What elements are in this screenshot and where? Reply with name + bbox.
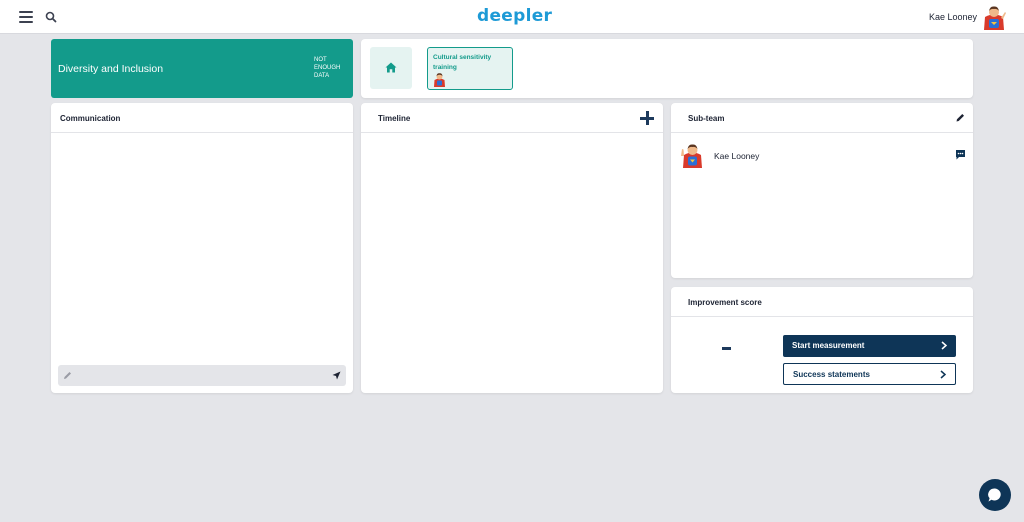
hamburger-icon[interactable] [19,11,33,23]
home-icon [385,62,397,73]
improvement-score-title: Improvement score [688,298,762,307]
avatar[interactable] [981,4,1007,31]
top-bar: deepler Kae Looney [0,0,1024,34]
chevron-right-icon [941,341,947,350]
member-name: Kae Looney [714,151,760,161]
communication-header: Communication [51,103,353,133]
success-statements-button[interactable]: Success statements [783,363,956,385]
team-title: Diversity and Inclusion [58,63,164,75]
improvement-score-header: Improvement score [671,287,973,317]
improvement-score-panel: Improvement score Start measurement Succ… [671,287,973,393]
plus-icon[interactable] [640,111,654,125]
home-button[interactable] [370,47,412,89]
subteam-title: Sub-team [688,114,725,123]
start-measurement-button[interactable]: Start measurement [783,335,956,357]
avatar [681,144,702,168]
chat-icon[interactable] [955,149,966,160]
breadcrumb: Cultural sensitivity training [361,39,973,98]
pencil-icon [64,372,71,379]
communication-panel: Communication [51,103,353,393]
avatar [434,73,445,87]
search-icon[interactable] [45,11,57,23]
message-input[interactable] [58,365,346,386]
timeline-title: Timeline [378,114,411,123]
team-status: NOT ENOUGH DATA [314,57,341,79]
list-item[interactable]: Kae Looney [680,142,966,170]
timeline-header: Timeline [361,103,663,133]
team-card[interactable]: Diversity and Inclusion NOT ENOUGH DATA [51,39,353,98]
send-icon[interactable] [332,371,341,380]
breadcrumb-item-current[interactable]: Cultural sensitivity training [427,47,513,90]
score-value [722,347,731,350]
subteam-panel: Sub-team Kae Looney [671,103,973,278]
user-name[interactable]: Kae Looney [929,12,977,22]
start-measurement-label: Start measurement [792,341,865,350]
timeline-panel: Timeline [361,103,663,393]
chevron-right-icon [940,370,946,379]
chat-bubble-icon [988,488,1001,502]
subteam-header: Sub-team [671,103,973,133]
communication-title: Communication [60,114,121,123]
edit-icon[interactable] [956,113,965,122]
breadcrumb-label: Cultural sensitivity training [433,54,492,71]
chat-fab-button[interactable] [979,479,1011,511]
success-statements-label: Success statements [793,370,870,379]
app-logo[interactable]: deepler [477,6,552,26]
